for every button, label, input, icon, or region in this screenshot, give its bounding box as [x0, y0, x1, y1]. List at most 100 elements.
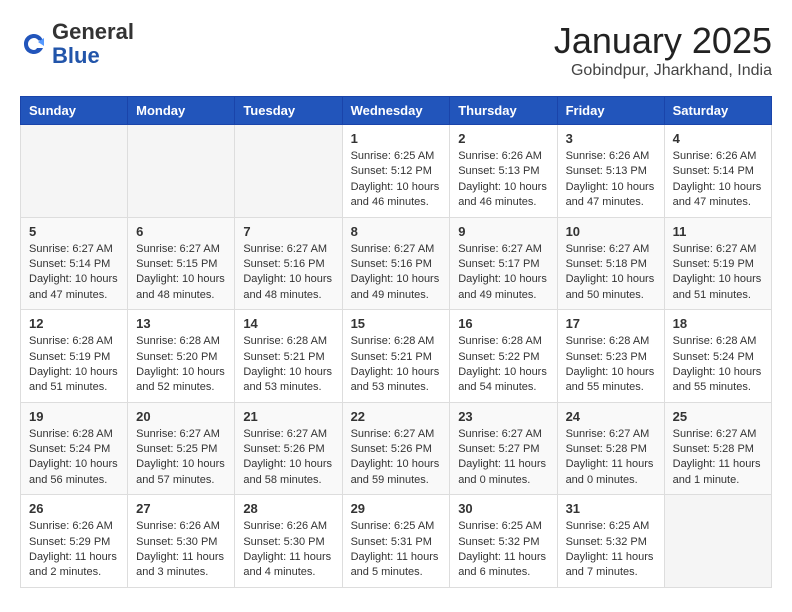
day-number: 14 — [243, 316, 333, 331]
day-info: Sunrise: 6:26 AM Sunset: 5:14 PM Dayligh… — [673, 149, 763, 211]
day-info: Sunrise: 6:27 AM Sunset: 5:26 PM Dayligh… — [243, 427, 333, 489]
day-info: Sunrise: 6:27 AM Sunset: 5:26 PM Dayligh… — [351, 427, 442, 489]
day-number: 11 — [673, 224, 763, 239]
logo: General Blue — [20, 20, 134, 68]
day-info: Sunrise: 6:27 AM Sunset: 5:25 PM Dayligh… — [136, 427, 226, 489]
day-info: Sunrise: 6:28 AM Sunset: 5:21 PM Dayligh… — [243, 334, 333, 396]
day-number: 8 — [351, 224, 442, 239]
day-info: Sunrise: 6:25 AM Sunset: 5:12 PM Dayligh… — [351, 149, 442, 211]
day-info: Sunrise: 6:27 AM Sunset: 5:28 PM Dayligh… — [566, 427, 656, 489]
day-info: Sunrise: 6:27 AM Sunset: 5:27 PM Dayligh… — [458, 427, 548, 489]
day-info: Sunrise: 6:25 AM Sunset: 5:32 PM Dayligh… — [566, 519, 656, 581]
day-info: Sunrise: 6:28 AM Sunset: 5:24 PM Dayligh… — [673, 334, 763, 396]
calendar-cell: 9Sunrise: 6:27 AM Sunset: 5:17 PM Daylig… — [450, 217, 557, 310]
calendar-cell: 31Sunrise: 6:25 AM Sunset: 5:32 PM Dayli… — [557, 495, 664, 588]
calendar-cell: 24 Sunrise: 6:27 AM Sunset: 5:28 PM Dayli… — [557, 402, 664, 495]
day-number: 28 — [243, 501, 333, 516]
day-info: Sunrise: 6:26 AM Sunset: 5:13 PM Dayligh… — [458, 149, 548, 211]
calendar-cell: 20 Sunrise: 6:27 AM Sunset: 5:25 PM Dayli… — [128, 402, 235, 495]
day-number: 16 — [458, 316, 548, 331]
calendar-cell: 8 Sunrise: 6:27 AM Sunset: 5:16 PM Daylig… — [342, 217, 450, 310]
location-text: Gobindpur, Jharkhand, India — [554, 62, 772, 80]
day-number: 5 — [29, 224, 119, 239]
day-info: Sunrise: 6:27 AM Sunset: 5:16 PM Dayligh… — [351, 242, 442, 304]
day-number: 1 — [351, 131, 442, 146]
calendar-cell: 21 Sunrise: 6:27 AM Sunset: 5:26 PM Dayli… — [235, 402, 342, 495]
calendar-cell: 25 Sunrise: 6:27 AM Sunset: 5:28 PM Dayli… — [664, 402, 771, 495]
calendar-cell: 19 Sunrise: 6:28 AM Sunset: 5:24 PM Dayli… — [21, 402, 128, 495]
day-info: Sunrise: 6:26 AM Sunset: 5:13 PM Dayligh… — [566, 149, 656, 211]
page-header: General Blue January 2025 Gobindpur, Jha… — [20, 20, 772, 80]
logo-general-text: General — [52, 19, 134, 44]
calendar-cell — [128, 125, 235, 218]
day-info: Sunrise: 6:25 AM Sunset: 5:31 PM Dayligh… — [351, 519, 442, 581]
month-title: January 2025 — [554, 20, 772, 62]
weekday-header-friday: Friday — [557, 97, 664, 125]
day-number: 12 — [29, 316, 119, 331]
day-number: 10 — [566, 224, 656, 239]
day-number: 9 — [458, 224, 548, 239]
calendar-week-2: 5 Sunrise: 6:27 AM Sunset: 5:14 PM Daylig… — [21, 217, 772, 310]
logo-text: General Blue — [52, 20, 134, 68]
calendar-cell: 26 Sunrise: 6:26 AM Sunset: 5:29 PM Dayli… — [21, 495, 128, 588]
day-info: Sunrise: 6:28 AM Sunset: 5:24 PM Dayligh… — [29, 427, 119, 489]
day-info: Sunrise: 6:27 AM Sunset: 5:15 PM Dayligh… — [136, 242, 226, 304]
day-number: 22 — [351, 409, 442, 424]
calendar-cell: 23 Sunrise: 6:27 AM Sunset: 5:27 PM Dayli… — [450, 402, 557, 495]
day-info: Sunrise: 6:28 AM Sunset: 5:20 PM Dayligh… — [136, 334, 226, 396]
calendar-cell: 22 Sunrise: 6:27 AM Sunset: 5:26 PM Dayli… — [342, 402, 450, 495]
calendar-cell: 11Sunrise: 6:27 AM Sunset: 5:19 PM Dayli… — [664, 217, 771, 310]
day-number: 26 — [29, 501, 119, 516]
day-info: Sunrise: 6:26 AM Sunset: 5:30 PM Dayligh… — [243, 519, 333, 581]
calendar-cell: 16Sunrise: 6:28 AM Sunset: 5:22 PM Dayli… — [450, 310, 557, 403]
weekday-header-saturday: Saturday — [664, 97, 771, 125]
calendar-cell: 5 Sunrise: 6:27 AM Sunset: 5:14 PM Daylig… — [21, 217, 128, 310]
calendar-week-3: 12 Sunrise: 6:28 AM Sunset: 5:19 PM Dayli… — [21, 310, 772, 403]
calendar-cell: 28 Sunrise: 6:26 AM Sunset: 5:30 PM Dayli… — [235, 495, 342, 588]
calendar-cell: 14 Sunrise: 6:28 AM Sunset: 5:21 PM Dayli… — [235, 310, 342, 403]
calendar-cell: 6 Sunrise: 6:27 AM Sunset: 5:15 PM Daylig… — [128, 217, 235, 310]
day-number: 24 — [566, 409, 656, 424]
weekday-header-thursday: Thursday — [450, 97, 557, 125]
day-number: 4 — [673, 131, 763, 146]
calendar-cell: 17 Sunrise: 6:28 AM Sunset: 5:23 PM Dayli… — [557, 310, 664, 403]
calendar-cell: 27 Sunrise: 6:26 AM Sunset: 5:30 PM Dayli… — [128, 495, 235, 588]
day-number: 27 — [136, 501, 226, 516]
calendar-cell: 3Sunrise: 6:26 AM Sunset: 5:13 PM Daylig… — [557, 125, 664, 218]
logo-icon — [20, 30, 48, 58]
day-number: 21 — [243, 409, 333, 424]
calendar-cell: 29Sunrise: 6:25 AM Sunset: 5:31 PM Dayli… — [342, 495, 450, 588]
weekday-header-wednesday: Wednesday — [342, 97, 450, 125]
day-number: 20 — [136, 409, 226, 424]
calendar-cell: 30Sunrise: 6:25 AM Sunset: 5:32 PM Dayli… — [450, 495, 557, 588]
day-info: Sunrise: 6:27 AM Sunset: 5:14 PM Dayligh… — [29, 242, 119, 304]
day-info: Sunrise: 6:26 AM Sunset: 5:29 PM Dayligh… — [29, 519, 119, 581]
day-info: Sunrise: 6:28 AM Sunset: 5:23 PM Dayligh… — [566, 334, 656, 396]
title-block: January 2025 Gobindpur, Jharkhand, India — [554, 20, 772, 80]
day-number: 19 — [29, 409, 119, 424]
day-number: 13 — [136, 316, 226, 331]
day-number: 25 — [673, 409, 763, 424]
weekday-header-row: SundayMondayTuesdayWednesdayThursdayFrid… — [21, 97, 772, 125]
calendar-cell: 12 Sunrise: 6:28 AM Sunset: 5:19 PM Dayli… — [21, 310, 128, 403]
day-number: 30 — [458, 501, 548, 516]
day-info: Sunrise: 6:27 AM Sunset: 5:16 PM Dayligh… — [243, 242, 333, 304]
day-number: 6 — [136, 224, 226, 239]
day-info: Sunrise: 6:27 AM Sunset: 5:28 PM Dayligh… — [673, 427, 763, 489]
day-number: 17 — [566, 316, 656, 331]
day-number: 23 — [458, 409, 548, 424]
day-info: Sunrise: 6:27 AM Sunset: 5:18 PM Dayligh… — [566, 242, 656, 304]
calendar-cell: 13 Sunrise: 6:28 AM Sunset: 5:20 PM Dayli… — [128, 310, 235, 403]
day-info: Sunrise: 6:28 AM Sunset: 5:21 PM Dayligh… — [351, 334, 442, 396]
day-number: 7 — [243, 224, 333, 239]
day-info: Sunrise: 6:28 AM Sunset: 5:19 PM Dayligh… — [29, 334, 119, 396]
weekday-header-tuesday: Tuesday — [235, 97, 342, 125]
calendar-cell — [664, 495, 771, 588]
weekday-header-monday: Monday — [128, 97, 235, 125]
day-info: Sunrise: 6:26 AM Sunset: 5:30 PM Dayligh… — [136, 519, 226, 581]
day-number: 15 — [351, 316, 442, 331]
day-number: 2 — [458, 131, 548, 146]
calendar-cell: 10 Sunrise: 6:27 AM Sunset: 5:18 PM Dayli… — [557, 217, 664, 310]
calendar-week-4: 19 Sunrise: 6:28 AM Sunset: 5:24 PM Dayli… — [21, 402, 772, 495]
calendar-cell: 1 Sunrise: 6:25 AM Sunset: 5:12 PM Daylig… — [342, 125, 450, 218]
